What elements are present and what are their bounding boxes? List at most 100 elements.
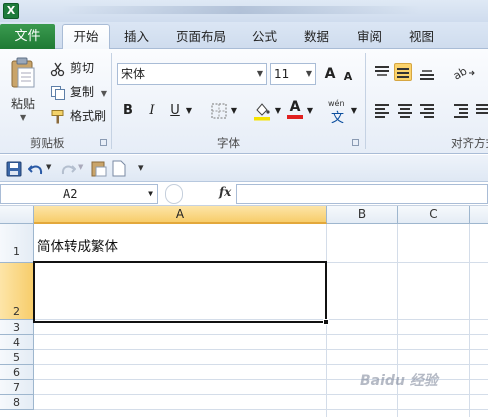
- name-box[interactable]: A2 ▼: [0, 184, 158, 204]
- insert-function-icon[interactable]: fx: [219, 185, 231, 199]
- undo-icon[interactable]: [28, 161, 44, 177]
- customize-qat-icon[interactable]: ▾: [138, 161, 144, 174]
- ribbon-tabs: 文件 开始 插入 页面布局 公式 数据 审阅 视图: [0, 22, 488, 50]
- italic-button[interactable]: I: [144, 101, 160, 121]
- align-left-button[interactable]: [373, 101, 391, 119]
- row-header-8[interactable]: 8: [0, 395, 34, 410]
- gridline: [34, 409, 488, 410]
- font-launcher-icon[interactable]: [352, 139, 359, 146]
- row-header-1[interactable]: 1: [0, 224, 34, 263]
- underline-dropdown-icon[interactable]: ▼: [184, 101, 194, 121]
- paste-dropdown-icon[interactable]: ▼: [20, 113, 26, 122]
- font-color-button[interactable]: A: [287, 97, 303, 117]
- font-size-select[interactable]: 11 ▼: [270, 63, 316, 85]
- quick-access-toolbar: ▼ ▼ ▾: [0, 155, 488, 182]
- svg-text:ab: ab: [452, 64, 469, 81]
- ribbon-home: 粘贴 ▼ 剪切 复制 ▼ 格式刷 剪贴板 宋体 ▼ 11 ▼ A A B I U: [0, 49, 488, 154]
- row-header-6[interactable]: 6: [0, 365, 34, 380]
- save-icon[interactable]: [6, 161, 22, 177]
- top-align-button[interactable]: [373, 63, 391, 81]
- border-dropdown-icon[interactable]: ▼: [229, 101, 239, 121]
- font-color-dropdown-icon[interactable]: ▼: [305, 101, 315, 121]
- format-painter-icon: [51, 109, 64, 123]
- tab-page-layout[interactable]: 页面布局: [176, 28, 226, 46]
- row-header-7[interactable]: 7: [0, 380, 34, 395]
- font-name-select[interactable]: 宋体 ▼: [117, 63, 267, 85]
- middle-align-button[interactable]: [394, 63, 412, 81]
- bold-button[interactable]: B: [120, 101, 136, 121]
- paste-icon[interactable]: [10, 57, 36, 89]
- cell-a1[interactable]: 简体转成繁体: [37, 235, 118, 255]
- copy-dropdown-icon[interactable]: ▼: [101, 89, 107, 98]
- font-color-swatch: [287, 115, 303, 119]
- alignment-group-label: 对齐方式: [451, 136, 488, 150]
- shrink-font-button[interactable]: A: [341, 67, 355, 87]
- fill-handle[interactable]: [323, 319, 329, 325]
- select-all-corner[interactable]: [0, 206, 34, 224]
- clipboard-launcher-icon[interactable]: [100, 139, 107, 146]
- redo-icon[interactable]: [60, 161, 76, 177]
- cut-button[interactable]: 剪切: [50, 59, 94, 77]
- gridline: [469, 224, 470, 417]
- title-bar: X: [0, 0, 488, 22]
- fill-color-icon[interactable]: [253, 101, 271, 121]
- orientation-icon[interactable]: ab: [452, 63, 476, 81]
- tab-home[interactable]: 开始: [62, 24, 110, 50]
- format-painter-button[interactable]: 格式刷: [50, 107, 106, 125]
- column-header-a[interactable]: A: [34, 206, 327, 224]
- row-header-2[interactable]: 2: [0, 263, 34, 320]
- watermark: Baidu 经验: [360, 373, 438, 389]
- formula-bar: A2 ▼ fx: [0, 182, 488, 206]
- window-title-blurred: [60, 6, 420, 14]
- clipboard-group-label: 剪贴板: [30, 136, 65, 150]
- tab-data[interactable]: 数据: [304, 28, 329, 46]
- redo-dropdown-icon[interactable]: ▼: [78, 163, 83, 171]
- paste-button[interactable]: 粘贴: [11, 95, 35, 112]
- fill-color-swatch: [254, 117, 270, 121]
- font-group-label: 字体: [217, 136, 240, 150]
- gridline: [34, 334, 488, 335]
- format-painter-label: 格式刷: [70, 109, 107, 123]
- cell-a2[interactable]: [33, 261, 327, 323]
- tab-review[interactable]: 审阅: [357, 28, 382, 46]
- gridline: [34, 364, 488, 365]
- tab-formulas[interactable]: 公式: [252, 28, 277, 46]
- row-header-4[interactable]: 4: [0, 335, 34, 350]
- chevron-down-icon: ▼: [305, 69, 312, 78]
- fill-color-dropdown-icon[interactable]: ▼: [273, 101, 283, 121]
- grow-font-button[interactable]: A: [322, 64, 338, 84]
- font-name-value: 宋体: [121, 67, 146, 81]
- formula-input[interactable]: [236, 184, 488, 204]
- tab-view[interactable]: 视图: [409, 28, 434, 46]
- border-icon[interactable]: [211, 103, 227, 119]
- paste-icon[interactable]: [91, 160, 107, 177]
- align-center-button[interactable]: [396, 101, 414, 119]
- decrease-indent-button[interactable]: [452, 101, 470, 119]
- column-header-d[interactable]: [470, 206, 488, 224]
- column-header-c[interactable]: C: [398, 206, 470, 224]
- phonetic-guide-button[interactable]: 文: [331, 107, 344, 126]
- phonetic-dropdown-icon[interactable]: ▼: [349, 101, 359, 121]
- copy-button[interactable]: 复制 ▼: [50, 83, 107, 101]
- gridline: [34, 349, 488, 350]
- tab-insert[interactable]: 插入: [124, 28, 149, 46]
- formula-bar-resize-icon[interactable]: [165, 184, 183, 204]
- excel-app-icon[interactable]: X: [3, 3, 19, 19]
- row-header-3[interactable]: 3: [0, 320, 34, 335]
- new-document-icon[interactable]: [112, 160, 126, 177]
- cut-label: 剪切: [70, 61, 95, 75]
- bottom-align-button[interactable]: [418, 63, 436, 81]
- scissors-icon: [50, 62, 65, 76]
- column-header-b[interactable]: B: [327, 206, 398, 224]
- chevron-down-icon: ▼: [256, 69, 263, 78]
- row-header-5[interactable]: 5: [0, 350, 34, 365]
- tab-file[interactable]: 文件: [0, 24, 55, 49]
- increase-indent-button[interactable]: [474, 101, 488, 119]
- align-right-button[interactable]: [418, 101, 436, 119]
- gridline: [34, 394, 488, 395]
- divider: [365, 53, 366, 149]
- undo-dropdown-icon[interactable]: ▼: [46, 163, 51, 171]
- underline-button[interactable]: U: [167, 101, 183, 121]
- copy-label: 复制: [70, 85, 95, 99]
- divider: [111, 53, 112, 149]
